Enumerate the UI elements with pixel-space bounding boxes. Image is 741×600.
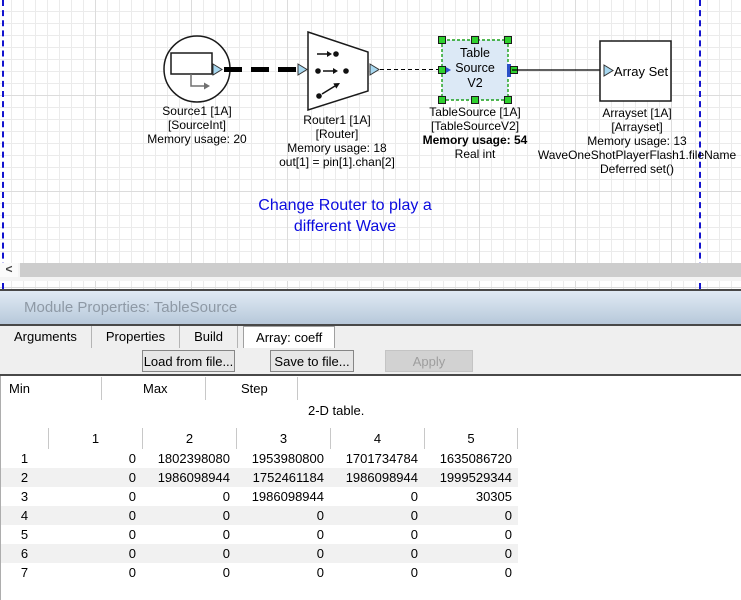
table-cell[interactable]: 0 bbox=[424, 508, 518, 523]
step-label: Step bbox=[241, 381, 268, 396]
table-cell[interactable]: 0 bbox=[330, 489, 424, 504]
table-cell[interactable]: 0 bbox=[424, 527, 518, 542]
table-cell[interactable]: 1802398080 bbox=[142, 451, 236, 466]
table-cell[interactable]: 0 bbox=[48, 489, 142, 504]
table-row: 7 0 0 0 0 0 bbox=[1, 563, 518, 582]
table-cell[interactable]: 0 bbox=[142, 527, 236, 542]
panel-toolbar: Load from file... Save to file... Apply bbox=[0, 348, 741, 374]
tablesource-label: TableSource [1A] [TableSourceV2] Memory … bbox=[423, 105, 528, 161]
table-cell[interactable]: 0 bbox=[424, 565, 518, 580]
apply-button[interactable]: Apply bbox=[385, 350, 473, 372]
table-cell[interactable]: 0 bbox=[48, 527, 142, 542]
table-cell[interactable]: 30305 bbox=[424, 489, 518, 504]
source-block[interactable] bbox=[164, 36, 230, 102]
diagram-canvas[interactable]: Table Source V2 Array Set Source1 [1A] [… bbox=[0, 0, 741, 289]
horizontal-scrollbar[interactable]: < bbox=[0, 263, 741, 281]
table-cell[interactable]: 0 bbox=[48, 508, 142, 523]
column-header[interactable]: 1 bbox=[48, 428, 142, 449]
row-header[interactable]: 2 bbox=[1, 470, 48, 485]
table-row: 3 0 0 1986098944 0 30305 bbox=[1, 487, 518, 506]
row-header[interactable]: 5 bbox=[1, 527, 48, 542]
field-separator bbox=[297, 377, 298, 400]
annotation-note: Change Router to play a different Wave bbox=[258, 195, 431, 237]
table-cell[interactable]: 1635086720 bbox=[424, 451, 518, 466]
panel-tabs: Arguments Properties Build Array: coeff bbox=[0, 326, 741, 348]
arrayset-body-text: Array Set bbox=[614, 64, 668, 79]
row-header[interactable]: 6 bbox=[1, 546, 48, 561]
router-output-pin bbox=[370, 64, 379, 75]
router-label: Router1 [1A] [Router] Memory usage: 18 o… bbox=[279, 113, 395, 169]
table-cell[interactable]: 0 bbox=[142, 546, 236, 561]
row-header[interactable]: 3 bbox=[1, 489, 48, 504]
table-cell[interactable]: 1999529344 bbox=[424, 470, 518, 485]
table-cell[interactable]: 1986098944 bbox=[330, 470, 424, 485]
table-cell[interactable]: 0 bbox=[48, 470, 142, 485]
source-label: Source1 [1A] [SourceInt] Memory usage: 2… bbox=[147, 104, 246, 146]
row-header[interactable]: 4 bbox=[1, 508, 48, 523]
table-cell[interactable]: 0 bbox=[236, 565, 330, 580]
field-separator bbox=[101, 377, 102, 400]
row-header[interactable]: 7 bbox=[1, 565, 48, 580]
table-cell[interactable]: 0 bbox=[424, 546, 518, 561]
column-header[interactable]: 3 bbox=[236, 428, 330, 449]
max-label: Max bbox=[143, 381, 168, 396]
table-cell[interactable]: 1701734784 bbox=[330, 451, 424, 466]
table-header-row: 1 2 3 4 5 bbox=[1, 428, 518, 449]
column-header[interactable]: 2 bbox=[142, 428, 236, 449]
table-row: 6 0 0 0 0 0 bbox=[1, 544, 518, 563]
table-cell[interactable]: 0 bbox=[48, 451, 142, 466]
table-cell[interactable]: 0 bbox=[142, 508, 236, 523]
table-cell[interactable]: 1986098944 bbox=[142, 470, 236, 485]
table-row: 4 0 0 0 0 0 bbox=[1, 506, 518, 525]
column-header[interactable]: 4 bbox=[330, 428, 424, 449]
table-cell[interactable]: 0 bbox=[48, 565, 142, 580]
table-cell[interactable]: 0 bbox=[330, 565, 424, 580]
scrollbar-thumb[interactable] bbox=[20, 263, 741, 277]
table-cell[interactable]: 0 bbox=[142, 565, 236, 580]
table-cell[interactable]: 0 bbox=[48, 546, 142, 561]
table-cell[interactable]: 0 bbox=[330, 527, 424, 542]
table-cell[interactable]: 0 bbox=[330, 508, 424, 523]
array-editor: Min Max Step 2-D table. 1 2 3 4 5 1 0 18… bbox=[0, 376, 741, 600]
table-row: 1 0 1802398080 1953980800 1701734784 163… bbox=[1, 449, 518, 468]
table-caption: 2-D table. bbox=[308, 403, 364, 418]
load-from-file-button[interactable]: Load from file... bbox=[142, 350, 235, 372]
tab-array-coeff[interactable]: Array: coeff bbox=[243, 326, 335, 348]
table-cell[interactable]: 0 bbox=[236, 508, 330, 523]
coefficient-table: 1 2 3 4 5 1 0 1802398080 1953980800 1701… bbox=[1, 428, 518, 582]
router-input-pin bbox=[298, 64, 307, 75]
table-cell[interactable]: 1953980800 bbox=[236, 451, 330, 466]
tab-build[interactable]: Build bbox=[180, 326, 238, 348]
router-block[interactable] bbox=[298, 32, 379, 110]
table-cell[interactable]: 0 bbox=[236, 527, 330, 542]
arrayset-label: Arrayset [1A] [Arrayset] Memory usage: 1… bbox=[538, 106, 736, 176]
tab-properties[interactable]: Properties bbox=[92, 326, 180, 348]
save-to-file-button[interactable]: Save to file... bbox=[270, 350, 354, 372]
table-cell[interactable]: 0 bbox=[330, 546, 424, 561]
module-properties-panel: Module Properties: TableSource Arguments… bbox=[0, 289, 741, 600]
table-row: 2 0 1986098944 1752461184 1986098944 199… bbox=[1, 468, 518, 487]
table-cell[interactable]: 1986098944 bbox=[236, 489, 330, 504]
scroll-left-button[interactable]: < bbox=[0, 263, 18, 277]
table-row: 5 0 0 0 0 0 bbox=[1, 525, 518, 544]
table-cell[interactable]: 0 bbox=[142, 489, 236, 504]
panel-title: Module Properties: TableSource bbox=[0, 291, 741, 324]
tab-arguments[interactable]: Arguments bbox=[0, 326, 92, 348]
tablesource-body-text: Table Source V2 bbox=[455, 46, 495, 91]
column-header[interactable]: 5 bbox=[424, 428, 518, 449]
table-cell[interactable]: 1752461184 bbox=[236, 470, 330, 485]
min-label: Min bbox=[9, 381, 30, 396]
row-header[interactable]: 1 bbox=[1, 451, 48, 466]
field-separator bbox=[205, 377, 206, 400]
table-cell[interactable]: 0 bbox=[236, 546, 330, 561]
